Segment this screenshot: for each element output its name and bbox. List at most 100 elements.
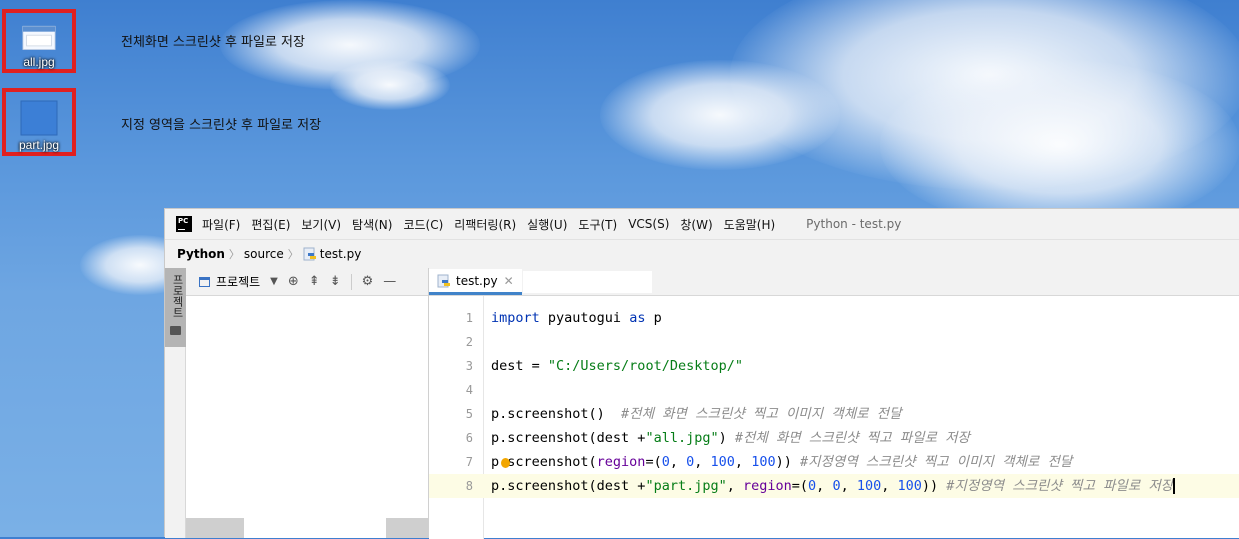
code-token: ) [718, 430, 735, 446]
code-token: #지정영역 스크린샷 찍고 파일로 저장 [946, 478, 1174, 494]
menu-tools[interactable]: 도구(T) [578, 216, 617, 233]
code-line[interactable]: 5 p.screenshot() #전체 화면 스크린샷 찍고 이미지 객체로 전… [429, 402, 1239, 426]
code-token: region [596, 454, 646, 470]
project-panel: 프로젝트 ▼ ⊕ ⇞ ⇟ ⚙ — [186, 268, 429, 538]
ide-window: PC 파일(F) 편집(E) 보기(V) 탐색(N) 코드(C) 리팩터링(R)… [164, 208, 1239, 539]
code-token: , [734, 454, 752, 470]
project-panel-title[interactable]: 프로젝트 [216, 273, 260, 290]
cloud [880, 60, 1239, 230]
divider [350, 273, 352, 290]
code-token: p.screenshot() [491, 406, 622, 422]
editor-tab-bar: test.py ✕ [429, 268, 1239, 296]
project-view-icon [199, 276, 210, 287]
code-line[interactable]: 6 p.screenshot(dest +"all.jpg") #전체 화면 스크… [429, 426, 1239, 450]
editor: test.py ✕ 1 import pyautogui as p 2 3 dest =… [429, 268, 1239, 539]
code-text: p.screenshot(dest +"all.jpg") #전체 화면 스크린… [491, 426, 970, 450]
code-line[interactable]: 7 p.screenshot(region=(0, 0, 100, 100)) #… [429, 450, 1239, 474]
code-line[interactable]: 8 p.screenshot(dest +"part.jpg", region=(… [429, 474, 1239, 498]
code-token: p.screenshot(dest + [491, 430, 646, 446]
line-number: 8 [465, 479, 473, 493]
code-text: p.screenshot() #전체 화면 스크린샷 찍고 이미지 객체로 전달 [491, 402, 902, 426]
code-token: "part.jpg" [645, 478, 727, 494]
menu-edit[interactable]: 편집(E) [251, 216, 290, 233]
window-title: Python - test.py [806, 217, 902, 231]
breadcrumb-project[interactable]: Python [177, 247, 225, 261]
folder-icon [170, 326, 181, 335]
tab-test-py[interactable]: test.py ✕ [429, 269, 522, 295]
menu-view[interactable]: 보기(V) [301, 216, 341, 233]
minimize-icon[interactable]: — [383, 274, 396, 289]
code-token: dest = [491, 358, 548, 374]
desktop-icon-label: part.jpg [18, 138, 60, 152]
text-caret [1173, 478, 1176, 494]
breadcrumb: Python 〉 source 〉 test.py [165, 239, 1239, 269]
code-token: p.screenshot(dest + [491, 478, 646, 494]
dropdown-arrow-icon[interactable]: ▼ [270, 276, 278, 287]
project-panel-header: 프로젝트 ▼ ⊕ ⇞ ⇟ ⚙ — [186, 268, 428, 296]
cloud [600, 60, 840, 170]
scrollbar-thumb[interactable] [186, 518, 244, 538]
code-text: p.screenshot(region=(0, 0, 100, 100)) #지… [491, 450, 1072, 474]
code-token: )) [921, 478, 947, 494]
desktop-icon-part-jpg[interactable]: part.jpg [2, 88, 76, 156]
python-file-icon [437, 274, 450, 287]
line-number: 3 [465, 359, 473, 373]
breadcrumb-file[interactable]: test.py [320, 247, 362, 261]
chevron-right-icon: 〉 [228, 248, 240, 261]
line-number: 2 [465, 335, 473, 349]
menu-run[interactable]: 실행(U) [527, 216, 567, 233]
close-icon[interactable]: ✕ [504, 274, 514, 288]
menu-vcs[interactable]: VCS(S) [628, 217, 669, 231]
pycharm-logo-icon: PC [176, 216, 192, 232]
code-line[interactable]: 3 dest = "C:/Users/root/Desktop/" [429, 354, 1239, 378]
code-line[interactable]: 4 [429, 378, 1239, 402]
menu-navigate[interactable]: 탐색(N) [352, 216, 392, 233]
code-line[interactable]: 2 [429, 330, 1239, 354]
code-token: , [669, 454, 687, 470]
menu-help[interactable]: 도움말(H) [724, 216, 776, 233]
tab-label: test.py [456, 273, 498, 288]
collapse-all-icon[interactable]: ⇟ [330, 274, 341, 289]
code-text: import pyautogui as p [491, 306, 662, 330]
menu-refactor[interactable]: 리팩터링(R) [454, 216, 516, 233]
code-token: 0 [808, 478, 817, 494]
code-token: 100 [856, 478, 882, 494]
code-token: #전체 화면 스크린샷 찍고 이미지 객체로 전달 [621, 406, 902, 422]
menu-code[interactable]: 코드(C) [403, 216, 443, 233]
code-token: #지정영역 스크린샷 찍고 이미지 객체로 전달 [799, 454, 1073, 470]
image-file-icon [22, 25, 56, 50]
project-tool-tab[interactable]: 프로젝트 [165, 268, 186, 347]
desktop-icon-all-jpg[interactable]: all.jpg [2, 9, 76, 73]
code-token: 0 [661, 454, 670, 470]
code-token: pyautogui [539, 310, 630, 326]
desktop-text-part: 지정 영역을 스크린샷 후 파일로 저장 [121, 118, 322, 133]
chevron-right-icon: 〉 [287, 248, 299, 261]
gear-icon[interactable]: ⚙ [362, 274, 374, 289]
code-token: 100 [710, 454, 735, 470]
menu-window[interactable]: 창(W) [680, 216, 712, 233]
line-number: 1 [465, 311, 473, 325]
scrollbar-thumb[interactable] [386, 518, 428, 538]
line-number: 4 [465, 383, 473, 397]
code-text: p.screenshot(dest +"part.jpg", region=(0… [491, 474, 1176, 498]
cloud [330, 60, 450, 110]
code-token: , [726, 478, 743, 494]
lightbulb-icon[interactable] [501, 458, 510, 468]
code-token: =( [791, 478, 809, 494]
desktop-icon-label: all.jpg [23, 55, 55, 69]
tool-window-strip: 프로젝트 [165, 268, 186, 538]
image-file-icon [20, 100, 58, 136]
line-number: 7 [465, 455, 473, 469]
code-token: region [742, 478, 792, 494]
code-token: 100 [751, 454, 776, 470]
breadcrumb-folder[interactable]: source [244, 247, 284, 261]
line-number: 6 [465, 431, 473, 445]
expand-all-icon[interactable]: ⇞ [309, 274, 320, 289]
code-text: dest = "C:/Users/root/Desktop/" [491, 354, 743, 378]
code-token: 100 [897, 478, 922, 494]
locate-icon[interactable]: ⊕ [288, 274, 299, 289]
logo-text: PC [178, 217, 189, 225]
code-line[interactable]: 1 import pyautogui as p [429, 306, 1239, 330]
code-token: )) [775, 454, 800, 470]
menu-file[interactable]: 파일(F) [202, 216, 240, 233]
